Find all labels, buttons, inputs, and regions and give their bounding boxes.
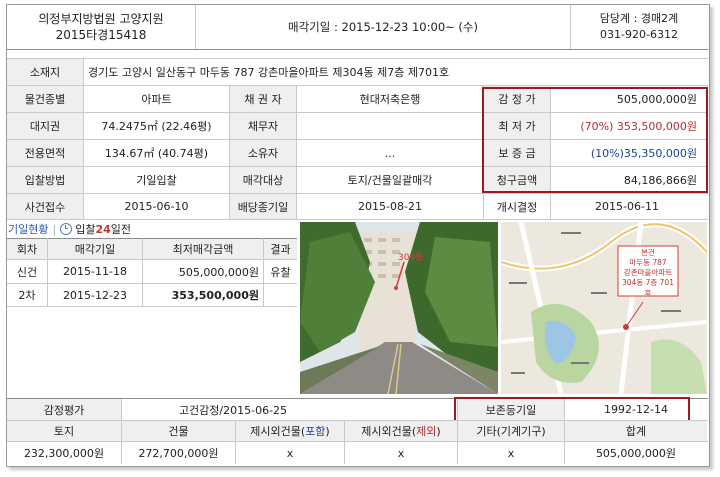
header-court: 의정부지방법원 고양지원 2015타경15418 xyxy=(7,5,195,49)
history-header: 기일현황 | 입찰 24 일전 xyxy=(8,221,298,237)
map-property-label: 본건 마두동 787 강촌마을아파트 304동 7층 701호 xyxy=(622,248,674,297)
appraisal-extra-excluded-value: x xyxy=(397,446,405,460)
history-col-round: 회차 xyxy=(7,238,47,259)
history-row-1-price: 505,000,000원 xyxy=(178,265,259,279)
appraisal-total-value: 505,000,000원 xyxy=(595,447,677,460)
value-property-type: 아파트 xyxy=(141,93,172,106)
appraisal-value: 고건감정/2015-06-25 xyxy=(178,403,288,417)
case-number: 2015타경15418 xyxy=(55,28,147,42)
label-dividend-deadline: 배당종기일 xyxy=(230,194,296,219)
value-case-received: 2015-06-10 xyxy=(124,200,189,213)
label-property-type: 물건종별 xyxy=(7,86,83,112)
appraisal-col-other: 기타(기계기구) xyxy=(458,421,564,441)
value-owner: ... xyxy=(384,146,396,160)
value-debtor xyxy=(297,113,483,139)
location-map[interactable]: 본건 마두동 787 강촌마을아파트 304동 7층 701호 xyxy=(501,222,707,394)
value-sale-target: 토지/건물일괄매각 xyxy=(347,174,433,187)
appraisal-col-extra-excluded: 제시외건물(제외) xyxy=(345,421,457,441)
sale-date: 매각기일 : 2015-12-23 10:00~ (수) xyxy=(288,20,478,34)
appraisal-col-land: 토지 xyxy=(7,421,121,441)
history-row-1-round: 신건 xyxy=(16,265,38,279)
value-exclusive-area: 134.67㎡ (40.74평) xyxy=(104,147,209,160)
appraisal-col-building: 건물 xyxy=(122,421,235,441)
history-row-2-date: 2015-12-23 xyxy=(63,288,127,302)
appraisal-label: 감정평가 xyxy=(7,399,121,420)
bid-suffix: 일전 xyxy=(110,223,132,236)
price-highlight-box xyxy=(482,87,708,193)
label-bid-method: 입찰방법 xyxy=(7,167,83,193)
history-col-date: 매각기일 xyxy=(48,238,142,259)
label-sale-target: 매각대상 xyxy=(230,167,296,193)
header-dept: 담당계 : 경매2계 031-920-6312 xyxy=(571,5,707,49)
department: 담당계 : 경매2계 xyxy=(599,12,679,25)
location-label: 소재지 xyxy=(7,59,83,85)
history-row-1-result: 유찰 xyxy=(270,265,291,279)
appraisal-col-extra-included: 제시외건물(포함) xyxy=(236,421,344,441)
separator: | xyxy=(52,222,57,236)
appraisal-extra-included-value: x xyxy=(286,446,294,460)
value-land-right: 74.2475㎡ (22.46평) xyxy=(101,120,212,133)
location-value: 경기도 고양시 일산동구 마두동 787 강촌마을아파트 제304동 제7층 제… xyxy=(88,66,450,79)
bid-prefix: 입찰 xyxy=(75,223,96,236)
value-dividend-deadline: 2015-08-21 xyxy=(358,200,422,213)
label-land-right: 대지권 xyxy=(7,113,83,139)
appraisal-col-total: 합계 xyxy=(565,421,707,441)
appraisal-land-value: 232,300,000원 xyxy=(23,447,105,460)
history-title[interactable]: 기일현황 xyxy=(8,221,48,237)
history-col-price: 최저매각금액 xyxy=(143,238,263,259)
history-row-2-result xyxy=(264,284,297,306)
history-table: 회차 매각기일 최저매각금액 결과 신건 2015-11-18 505,000,… xyxy=(7,238,297,307)
court-name: 의정부지방법원 고양지원 xyxy=(38,12,164,26)
appraisal-building-value: 272,700,000원 xyxy=(138,447,219,460)
label-owner: 소유자 xyxy=(230,140,296,166)
history-col-result: 결과 xyxy=(264,238,297,259)
label-creditor: 채 권 자 xyxy=(230,86,296,112)
label-debtor: 채무자 xyxy=(230,113,296,139)
clock-icon xyxy=(60,223,73,235)
label-exclusive-area: 전용면적 xyxy=(7,140,83,166)
property-photo[interactable]: 304동 xyxy=(300,222,498,394)
appraisal-other-value: x xyxy=(507,446,515,460)
history-row-2-price: 353,500,000원 xyxy=(171,289,259,302)
photo-building-caption: 304동 xyxy=(398,253,424,263)
label-commencement: 개시결정 xyxy=(496,200,538,214)
history-row-1-date: 2015-11-18 xyxy=(63,265,127,278)
bid-days: 24 xyxy=(95,222,111,236)
history-row-2-round: 2차 xyxy=(18,289,36,302)
value-commencement: 2015-06-11 xyxy=(595,200,659,213)
label-case-received: 사건접수 xyxy=(7,194,83,219)
value-bid-method: 기일입찰 xyxy=(136,174,177,187)
value-creditor: 현대저축은행 xyxy=(359,93,421,106)
phone-number: 031-920-6312 xyxy=(600,28,678,41)
